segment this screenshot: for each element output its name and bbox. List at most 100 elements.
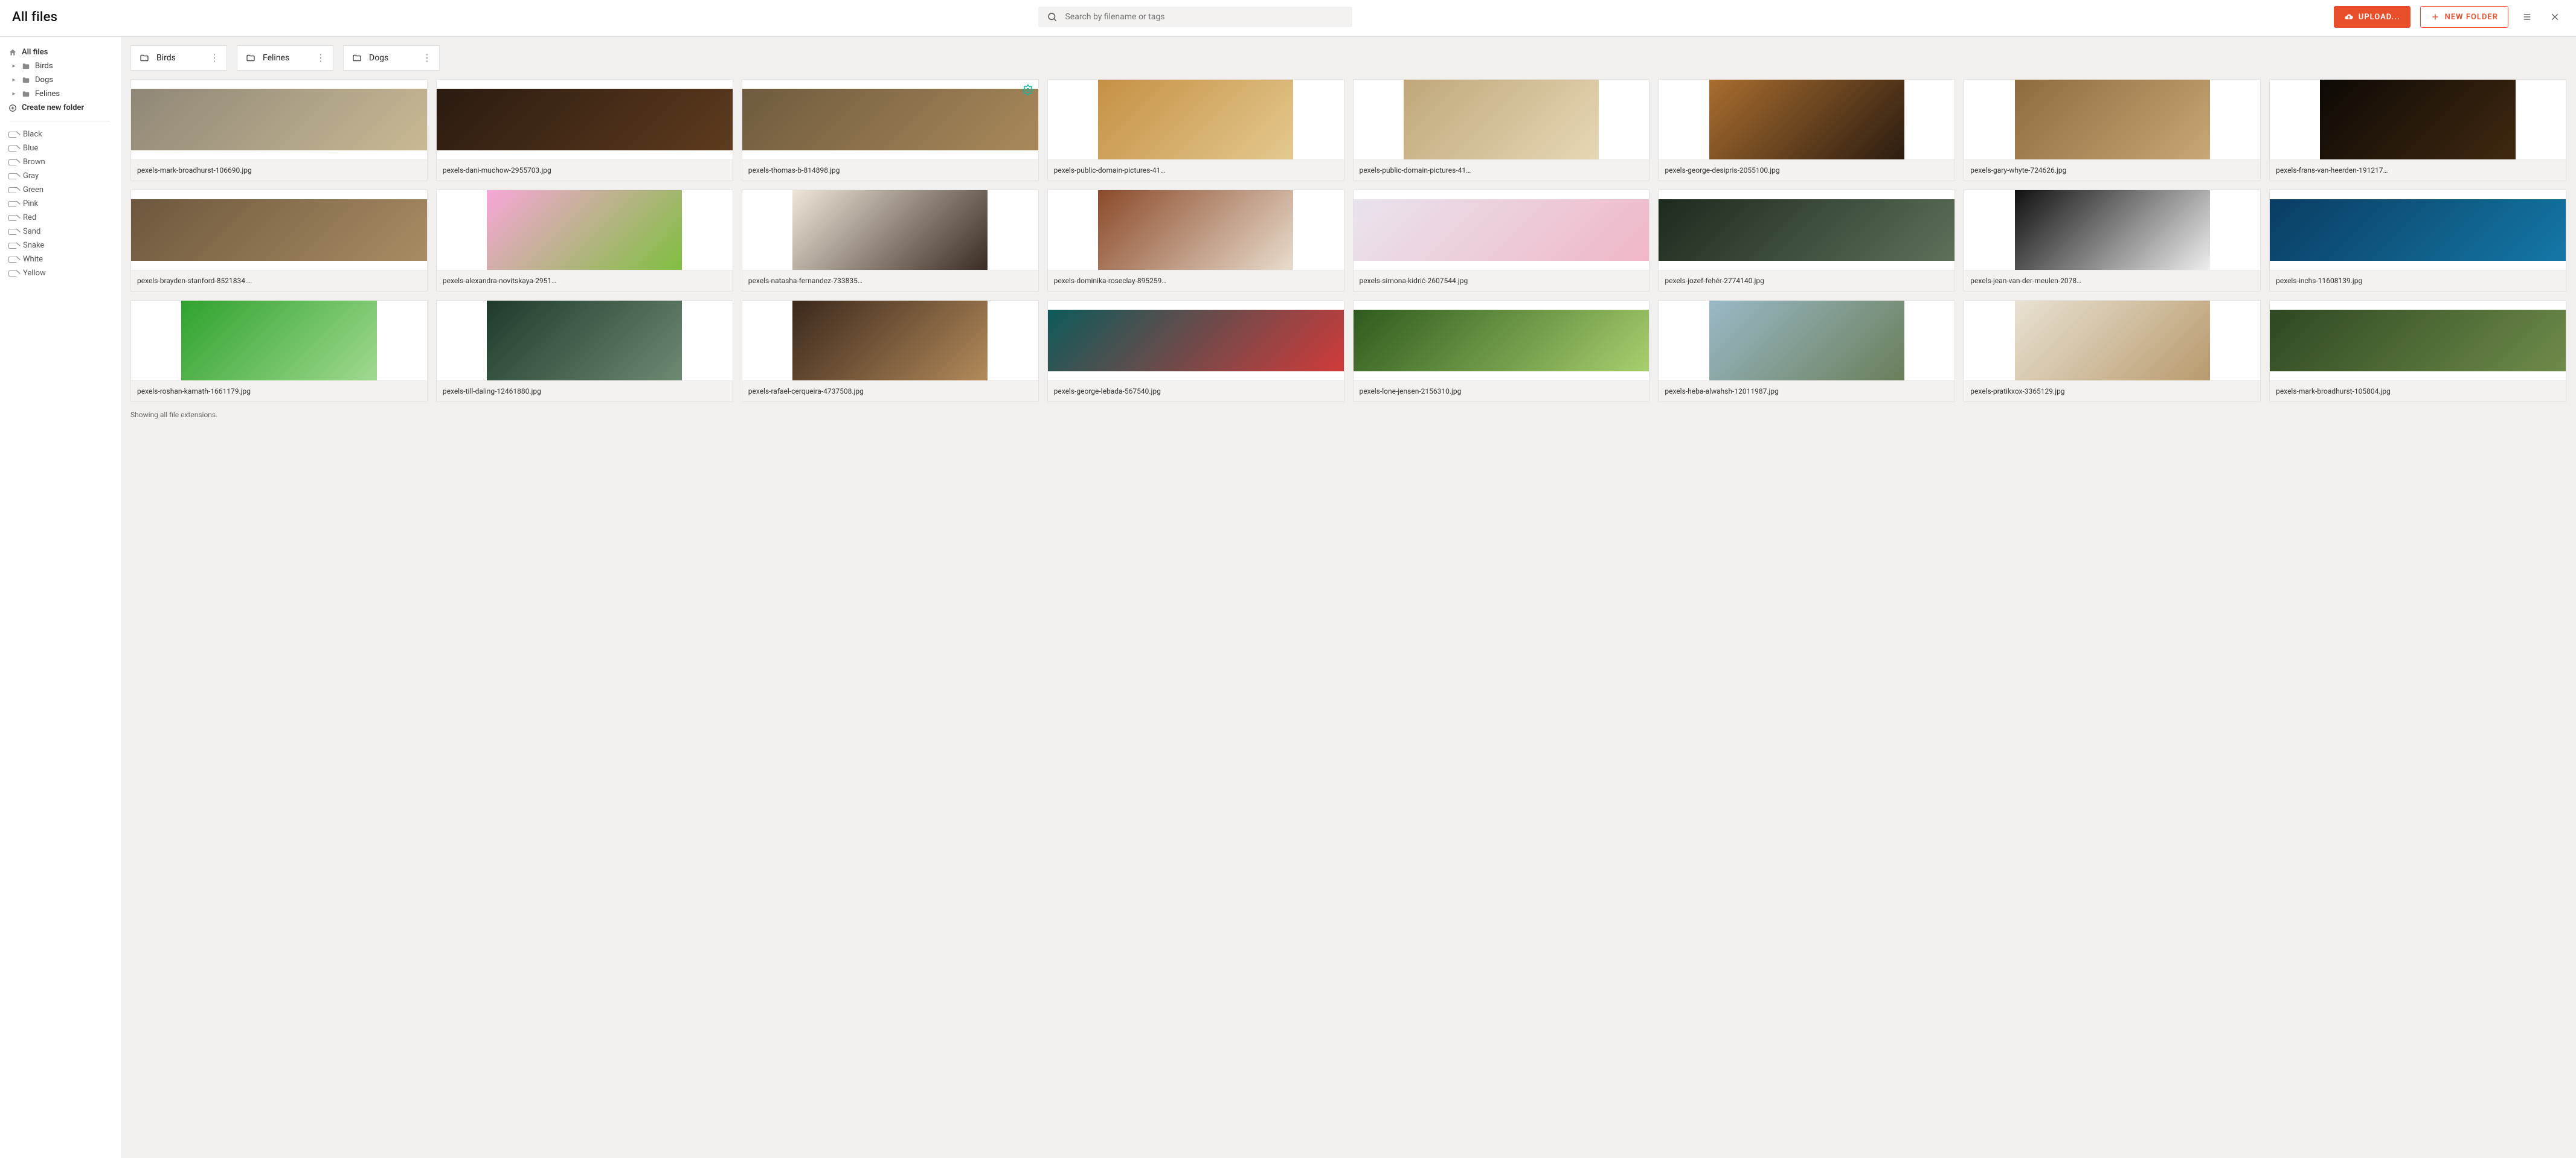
file-card[interactable]: pexels-lone-jensen-2156310.jpg [1353, 300, 1650, 402]
tag-item[interactable]: Snake [8, 238, 111, 252]
file-card[interactable]: pexels-frans-van-heerden-191217… [2269, 79, 2566, 181]
tag-icon [8, 215, 17, 221]
folder-menu-button[interactable]: ⋮ [206, 54, 223, 62]
file-card[interactable]: pexels-george-desipris-2055100.jpg [1658, 79, 1955, 181]
tag-item[interactable]: Red [8, 211, 111, 225]
file-card[interactable]: pexels-mark-broadhurst-105804.jpg [2269, 300, 2566, 402]
file-name: pexels-public-domain-pictures-41… [1048, 159, 1344, 181]
file-card[interactable]: pexels-jean-van-der-meulen-2078… [1964, 190, 2261, 292]
file-thumbnail [2270, 301, 2566, 380]
chevron-right-icon[interactable]: ▸ [11, 91, 17, 97]
file-card[interactable]: pexels-george-lebada-567540.jpg [1047, 300, 1344, 402]
tag-label: Red [23, 213, 36, 222]
tag-item[interactable]: Yellow [8, 266, 111, 280]
file-card[interactable]: pexels-brayden-stanford-8521834.… [130, 190, 428, 292]
file-thumbnail [437, 190, 733, 270]
tag-label: Yellow [23, 269, 46, 278]
tag-label: Black [23, 130, 42, 139]
list-view-button[interactable] [2518, 8, 2536, 26]
file-name: pexels-dominika-roseclay-895259… [1048, 270, 1344, 291]
tag-item[interactable]: Brown [8, 155, 111, 169]
folder-icon [22, 62, 30, 71]
folder-card[interactable]: Dogs ⋮ [343, 45, 440, 71]
file-thumbnail [1048, 80, 1344, 159]
search-icon [1047, 11, 1058, 22]
tag-icon [8, 229, 17, 235]
file-card[interactable]: pexels-inchs-11608139.jpg [2269, 190, 2566, 292]
file-thumbnail [131, 301, 427, 380]
file-card[interactable]: pexels-till-daling-12461880.jpg [436, 300, 733, 402]
tag-label: Sand [23, 227, 40, 236]
search-input[interactable] [1064, 11, 1344, 22]
new-folder-button[interactable]: NEW FOLDER [2420, 6, 2508, 28]
folder-menu-button[interactable]: ⋮ [312, 54, 329, 62]
tag-icon [8, 173, 17, 179]
file-card[interactable]: pexels-gary-whyte-724626.jpg [1964, 79, 2261, 181]
folder-card[interactable]: Felines ⋮ [237, 45, 333, 71]
file-card[interactable]: pexels-simona-kidrič-2607544.jpg [1353, 190, 1650, 292]
file-name: pexels-mark-broadhurst-105804.jpg [2270, 380, 2566, 401]
tag-item[interactable]: Sand [8, 225, 111, 238]
folder-outline-icon [352, 53, 362, 63]
file-name: pexels-pratikxox-3365129.jpg [1964, 380, 2260, 401]
file-card[interactable]: pexels-thomas-b-814898.jpg [742, 79, 1039, 181]
tree-item-label: Birds [35, 62, 53, 71]
file-card[interactable]: pexels-dominika-roseclay-895259… [1047, 190, 1344, 292]
chevron-right-icon[interactable]: ▸ [11, 63, 17, 69]
create-folder[interactable]: Create new folder [8, 101, 111, 115]
upload-label: UPLOAD... [2359, 13, 2400, 22]
folder-menu-button[interactable]: ⋮ [419, 54, 435, 62]
tag-item[interactable]: White [8, 252, 111, 266]
folder-card-label: Felines [263, 53, 289, 63]
file-name: pexels-george-desipris-2055100.jpg [1659, 159, 1954, 181]
file-name: pexels-thomas-b-814898.jpg [742, 159, 1038, 181]
file-card[interactable]: pexels-public-domain-pictures-41… [1047, 79, 1344, 181]
tag-label: Gray [23, 171, 39, 181]
tag-item[interactable]: Pink [8, 197, 111, 211]
tree-item[interactable]: ▸ Felines [8, 87, 111, 101]
tag-item[interactable]: Black [8, 127, 111, 141]
chevron-right-icon[interactable]: ▸ [11, 77, 17, 83]
tree-item[interactable]: ▸ Birds [8, 59, 111, 73]
folder-icon [22, 76, 30, 85]
file-thumbnail [1048, 190, 1344, 270]
page-title: All files [12, 10, 57, 25]
tag-item[interactable]: Green [8, 183, 111, 197]
file-thumbnail [1354, 190, 1649, 270]
file-card[interactable]: pexels-alexandra-novitskaya-2951… [436, 190, 733, 292]
tag-item[interactable]: Blue [8, 141, 111, 155]
upload-button[interactable]: UPLOAD... [2334, 6, 2411, 28]
tag-icon [8, 270, 17, 277]
tag-label: Snake [23, 241, 44, 250]
tag-item[interactable]: Gray [8, 169, 111, 183]
folder-row: Birds ⋮ Felines ⋮ Dogs ⋮ [130, 45, 2566, 71]
file-name: pexels-simona-kidrič-2607544.jpg [1354, 270, 1649, 291]
tag-icon [8, 132, 17, 138]
file-card[interactable]: pexels-pratikxox-3365129.jpg [1964, 300, 2261, 402]
file-thumbnail [742, 190, 1038, 270]
tree-item[interactable]: ▸ Dogs [8, 73, 111, 87]
file-card[interactable]: pexels-public-domain-pictures-41… [1353, 79, 1650, 181]
plus-icon [2430, 12, 2440, 22]
file-card[interactable]: pexels-rafael-cerqueira-4737508.jpg [742, 300, 1039, 402]
file-name: pexels-mark-broadhurst-106690.jpg [131, 159, 427, 181]
file-thumbnail [1659, 190, 1954, 270]
file-thumbnail [1354, 301, 1649, 380]
folder-card[interactable]: Birds ⋮ [130, 45, 227, 71]
file-card[interactable]: pexels-dani-muchow-2955703.jpg [436, 79, 733, 181]
file-card[interactable]: pexels-natasha-fernandez-733835… [742, 190, 1039, 292]
tag-label: White [23, 255, 43, 264]
close-button[interactable] [2546, 8, 2564, 26]
tag-icon [8, 257, 17, 263]
file-card[interactable]: pexels-jozef-fehér-2774140.jpg [1658, 190, 1955, 292]
file-card[interactable]: pexels-roshan-kamath-1661179.jpg [130, 300, 428, 402]
close-icon [2550, 12, 2560, 22]
folder-card-label: Birds [156, 53, 176, 63]
file-name: pexels-natasha-fernandez-733835… [742, 270, 1038, 291]
file-card[interactable]: pexels-heba-alwahsh-12011987.jpg [1658, 300, 1955, 402]
search-box[interactable] [1038, 7, 1352, 27]
file-card[interactable]: pexels-mark-broadhurst-106690.jpg [130, 79, 428, 181]
sidebar-root[interactable]: All files [8, 45, 111, 59]
tag-icon [8, 159, 17, 165]
file-name: pexels-alexandra-novitskaya-2951… [437, 270, 733, 291]
